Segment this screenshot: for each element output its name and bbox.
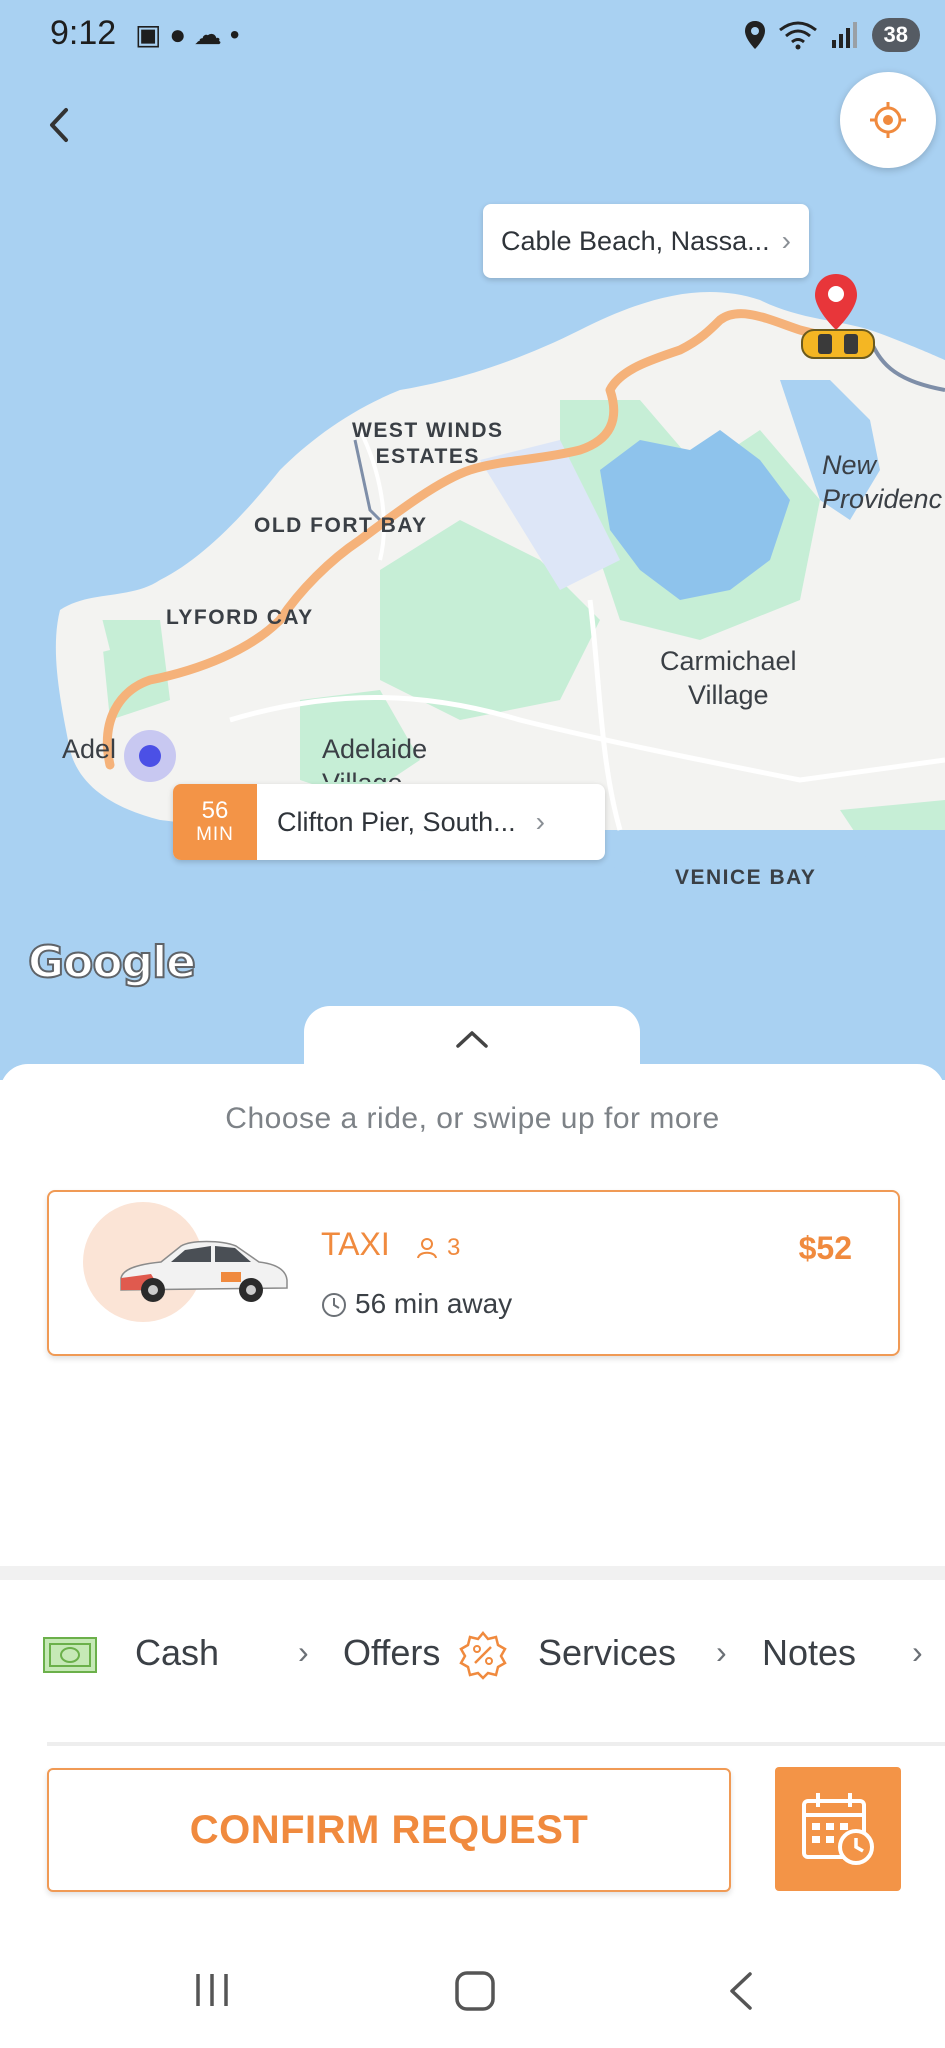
options-row: Cash › Offers Services › Notes › [0, 1622, 945, 1692]
recent-apps-icon[interactable] [192, 1972, 232, 2008]
ride-seats: 3 [447, 1234, 461, 1261]
services-option[interactable]: Services [538, 1632, 676, 1674]
chevron-right-icon: › [535, 806, 545, 837]
locate-button[interactable] [840, 72, 936, 168]
chevron-right-icon[interactable]: › [912, 1634, 923, 1671]
destination-text: Cable Beach, Nassa... [501, 225, 770, 256]
wifi-icon [778, 21, 817, 50]
ride-name: TAXI [321, 1226, 390, 1262]
car-icon [801, 329, 875, 359]
back-icon[interactable] [44, 104, 74, 146]
status-bar: 9:12 ▣ ● ☁ • 38 [0, 0, 945, 72]
payment-option[interactable]: Cash [135, 1632, 219, 1674]
map-label-adel: Adel [62, 734, 117, 764]
cash-icon [43, 1637, 97, 1673]
chevron-right-icon[interactable]: › [716, 1634, 727, 1671]
map-label-venice-bay: VENICE BAY [675, 866, 817, 889]
sheet-hint: Choose a ride, or swipe up for more [225, 1102, 720, 1135]
battery-indicator: 38 [871, 18, 920, 52]
system-back-icon[interactable] [726, 1970, 756, 2012]
system-nav-bar [0, 1950, 945, 2030]
status-notification-icons: ▣ ● ☁ • [135, 19, 240, 50]
discount-icon[interactable] [458, 1630, 508, 1680]
clock-icon [322, 1293, 346, 1317]
map-label-west-winds: WEST WINDS ESTATES [352, 419, 504, 468]
map-label-adelaide: Adelaide Village [322, 734, 428, 782]
calendar-clock-icon [802, 1793, 874, 1865]
person-icon [417, 1238, 437, 1259]
status-right-icons: 38 [744, 18, 920, 52]
status-time: 9:12 [50, 14, 117, 52]
eta-unit: MIN [196, 824, 234, 845]
taxi-car-icon [120, 1240, 288, 1302]
section-divider [0, 1566, 945, 1580]
chevron-right-icon[interactable]: › [298, 1634, 309, 1671]
eta-value: 56 [201, 797, 229, 824]
destination-pin-icon [815, 274, 857, 330]
offers-option[interactable]: Offers [343, 1632, 440, 1674]
pickup-text: Clifton Pier, South... [277, 806, 516, 837]
options-divider [47, 1742, 945, 1746]
map-label-old-fort-bay: OLD FORT BAY [254, 514, 428, 537]
locate-icon [870, 102, 906, 138]
google-logo: Google [27, 936, 197, 989]
schedule-ride-button[interactable] [775, 1767, 901, 1891]
destination-callout[interactable]: Cable Beach, Nassa... › [483, 204, 809, 278]
chevron-up-icon[interactable] [455, 1028, 489, 1050]
map-label-new-providence: New Providenc [822, 450, 943, 514]
signal-icon [831, 22, 857, 48]
chevron-right-icon: › [781, 225, 791, 256]
location-status-icon [744, 21, 765, 49]
map-view[interactable]: WEST WINDS ESTATES OLD FORT BAY LYFORD C… [0, 0, 945, 1080]
ride-eta: 56 min away [355, 1288, 513, 1319]
confirm-request-button[interactable]: CONFIRM REQUEST [47, 1768, 731, 1892]
ride-price: $52 [798, 1230, 852, 1266]
map-canvas [0, 291, 945, 1080]
map-label-carmichael: Carmichael Village [660, 646, 797, 710]
user-location-icon [124, 730, 176, 782]
home-icon[interactable] [454, 1970, 496, 2012]
map-label-lyford-cay: LYFORD CAY [166, 606, 314, 629]
ride-option-card[interactable]: TAXI 3 56 min away $52 [47, 1190, 900, 1356]
eta-badge: 56 MIN [173, 784, 257, 860]
notes-option[interactable]: Notes [762, 1632, 856, 1674]
pickup-callout[interactable]: 56 MIN Clifton Pier, South... › [173, 784, 605, 860]
